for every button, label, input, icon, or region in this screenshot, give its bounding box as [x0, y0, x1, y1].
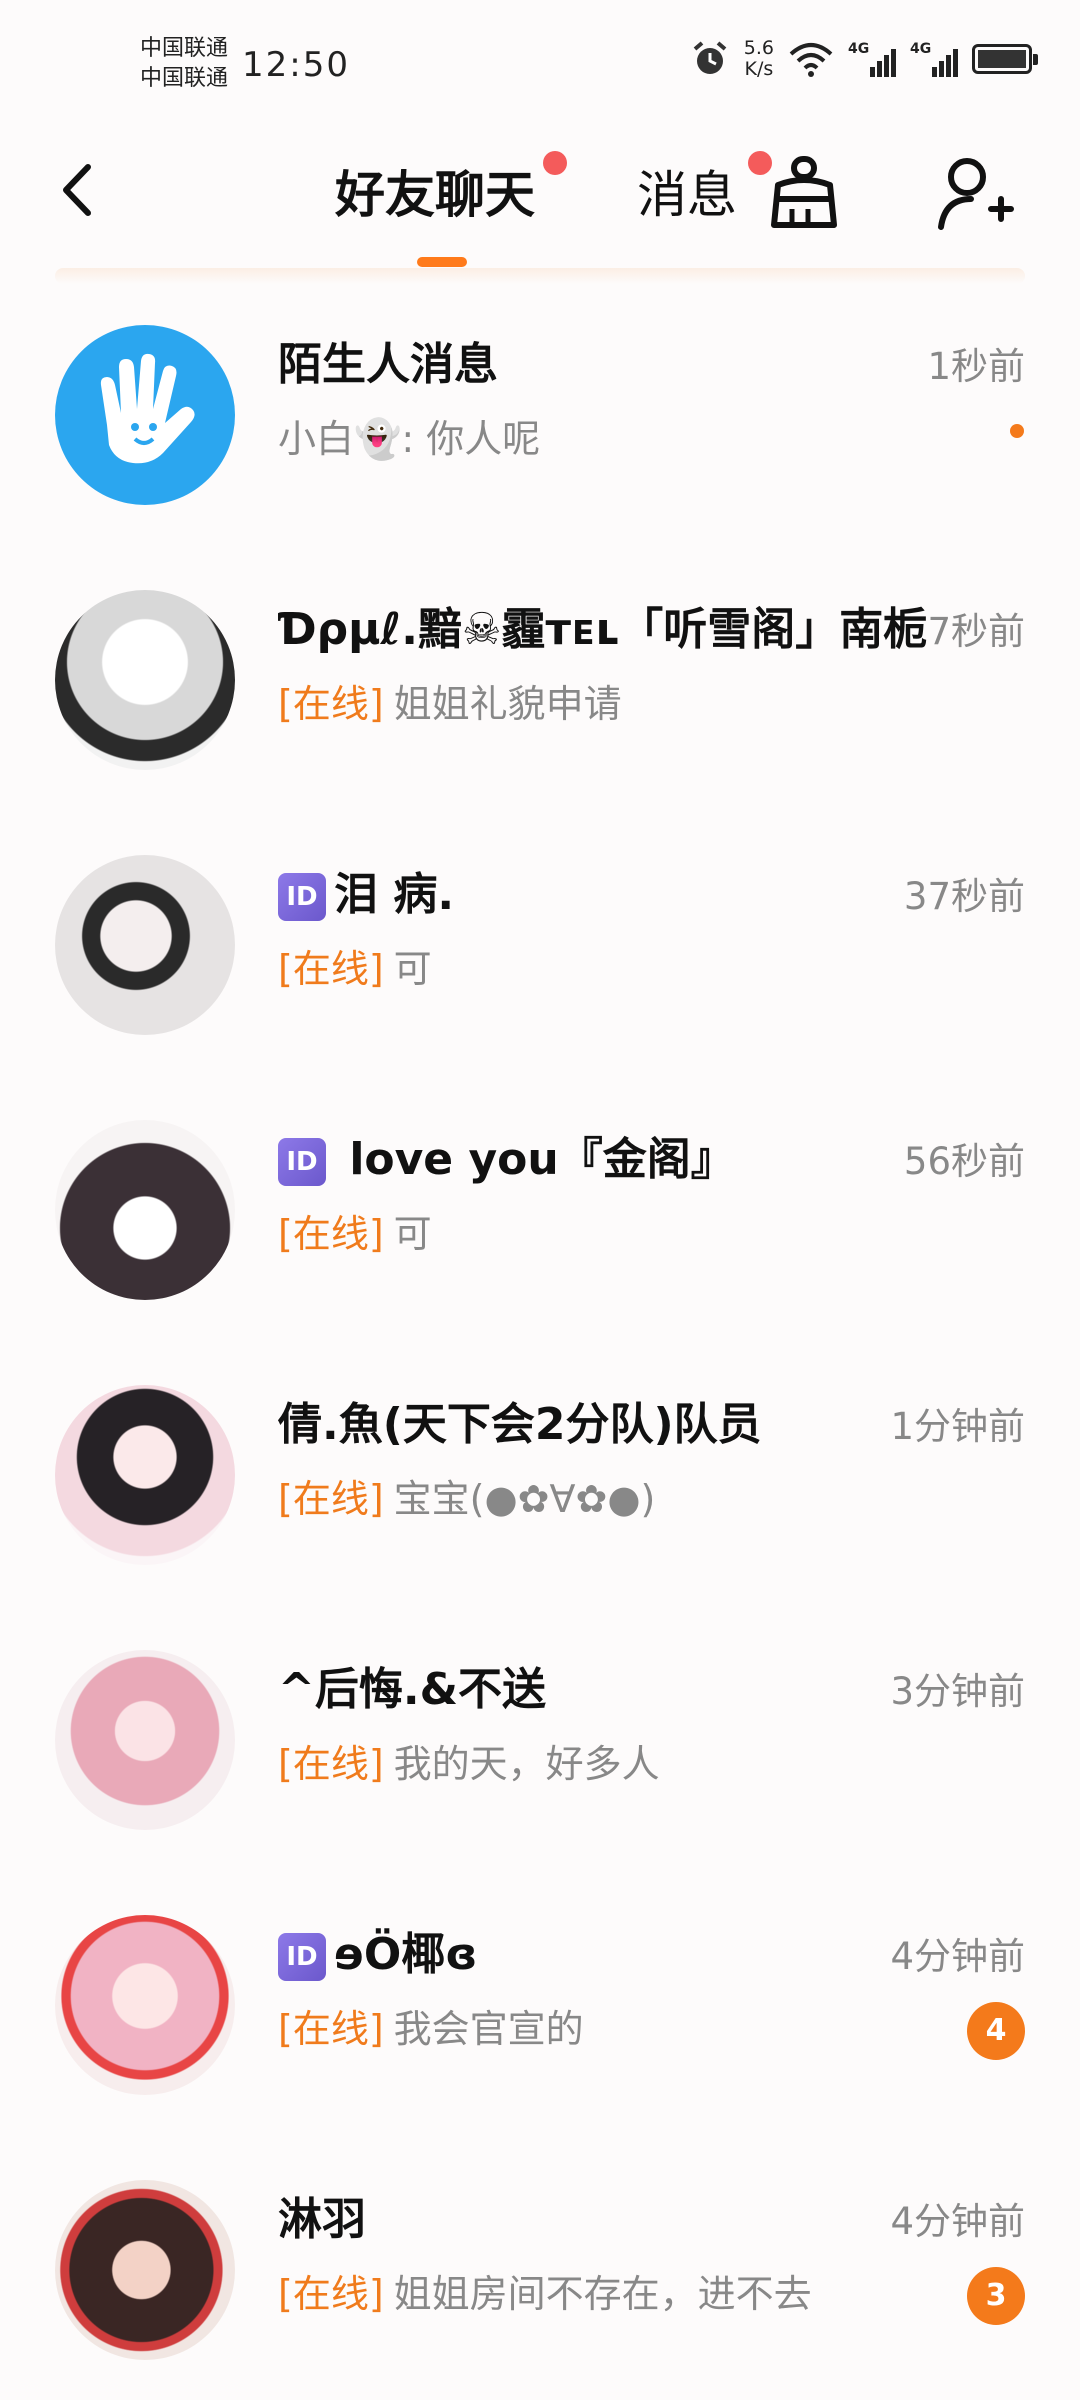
broom-icon[interactable] [768, 153, 840, 233]
chat-name: ^后悔.&不送 [278, 1664, 546, 1715]
chat-item[interactable]: 淋羽 4分钟前 [在线] 姐姐房间不存在，进不去 3 [0, 2155, 1080, 2400]
carrier-2: 中国联通 [140, 66, 229, 91]
chat-item[interactable]: Ɗρµℓ.黯☠霾ᴛᴇʟ「听雪阁」南栀 7秒前 [在线] 姐姐礼貌申请 [0, 565, 1080, 830]
speed-value: 5.6 [743, 37, 774, 59]
alarm-icon [693, 41, 727, 74]
chat-preview: [在线] 可 [278, 1212, 432, 1256]
network-type-1: 4G [848, 41, 870, 57]
chat-item[interactable]: ^后悔.&不送 3分钟前 [在线] 我的天，好多人 [0, 1625, 1080, 1890]
carrier-1: 中国联通 [140, 36, 229, 61]
chat-time: 1分钟前 [890, 1405, 1025, 1448]
tab-friends-chat[interactable]: 好友聊天 [335, 155, 535, 227]
id-tag: ID [278, 1933, 326, 1981]
chat-name: 淋羽 [278, 2194, 366, 2245]
add-friend-icon[interactable] [935, 153, 1015, 233]
status-bar: 中国联通 中国联通 12:50 5.6 K/s 4G 4G [0, 0, 1080, 125]
signal-icon: 4G [848, 41, 896, 77]
online-status: [在线] [278, 1477, 384, 1521]
avatar [55, 2180, 235, 2360]
chat-preview: [在线] 宝宝(●✿∀✿●) [278, 1477, 656, 1521]
chat-item[interactable]: 陌生人消息 1秒前 小白👻: 你人呢 [0, 300, 1080, 565]
id-tag: ID [278, 1138, 326, 1186]
online-status: [在线] [278, 1742, 384, 1786]
friends-tab-red-dot [543, 151, 567, 175]
stranger-messages-avatar [55, 325, 235, 505]
status-time: 12:50 [242, 45, 350, 85]
chat-name: 陌生人消息 [278, 339, 498, 390]
top-nav: 好友聊天 消息 [0, 125, 1080, 284]
chat-preview: [在线] 姐姐礼貌申请 [278, 682, 622, 726]
header-divider [55, 268, 1025, 284]
wifi-icon [789, 43, 833, 77]
signal-icon: 4G [910, 41, 958, 77]
back-icon[interactable] [50, 155, 110, 225]
chat-time: 37秒前 [903, 875, 1025, 918]
chat-name: ID love you『金阁』 [278, 1123, 735, 1187]
chat-name: Ɗρµℓ.黯☠霾ᴛᴇʟ「听雪阁」南栀 [278, 604, 928, 655]
avatar [55, 1915, 235, 2095]
avatar [55, 1650, 235, 1830]
chat-preview: [在线] 我会官宣的 [278, 2007, 584, 2051]
online-status: [在线] [278, 2272, 384, 2316]
chat-preview: [在线] 可 [278, 947, 432, 991]
chat-item[interactable]: ID 泪 病. 37秒前 [在线] 可 [0, 830, 1080, 1095]
chat-item[interactable]: ID ɘÖ椰ɞ 4分钟前 [在线] 我会官宣的 4 [0, 1890, 1080, 2155]
chat-item[interactable]: ID love you『金阁』 56秒前 [在线] 可 [0, 1095, 1080, 1360]
network-type-2: 4G [910, 41, 932, 57]
tab-messages[interactable]: 消息 [637, 155, 737, 227]
chat-time: 4分钟前 [890, 1935, 1025, 1978]
id-tag: ID [278, 873, 326, 921]
carrier-names: 中国联通 中国联通 [140, 34, 228, 94]
unread-count-badge: 4 [967, 2002, 1025, 2060]
chat-name: ID ɘÖ椰ɞ [278, 1918, 477, 1982]
online-status: [在线] [278, 2007, 384, 2051]
online-status: [在线] [278, 682, 384, 726]
speed-unit: K/s [744, 58, 774, 80]
status-icons: 5.6 K/s 4G 4G [690, 38, 1038, 80]
battery-icon [972, 44, 1038, 74]
avatar [55, 590, 235, 770]
chat-preview: [在线] 姐姐房间不存在，进不去 [278, 2272, 812, 2316]
online-status: [在线] [278, 1212, 384, 1256]
unread-dot [1010, 424, 1024, 438]
active-tab-indicator [417, 257, 467, 267]
chat-time: 3分钟前 [890, 1670, 1025, 1713]
avatar [55, 855, 235, 1035]
chat-name: 倩.魚(天下会2分队)队员 [278, 1399, 762, 1450]
chat-time: 1秒前 [927, 345, 1025, 388]
chat-name: ID 泪 病. [278, 858, 454, 922]
avatar [55, 1385, 235, 1565]
chat-time: 56秒前 [903, 1140, 1025, 1183]
online-status: [在线] [278, 947, 384, 991]
unread-count-badge: 3 [967, 2267, 1025, 2325]
chat-time: 4分钟前 [890, 2200, 1025, 2243]
chat-preview: [在线] 我的天，好多人 [278, 1742, 660, 1786]
avatar [55, 1120, 235, 1300]
hand-icon [100, 353, 195, 464]
chat-time: 7秒前 [927, 610, 1025, 653]
chat-preview: 小白👻: 你人呢 [278, 417, 541, 461]
network-speed: 5.6 K/s [744, 38, 774, 80]
chat-item[interactable]: 倩.魚(天下会2分队)队员 1分钟前 [在线] 宝宝(●✿∀✿●) [0, 1360, 1080, 1625]
